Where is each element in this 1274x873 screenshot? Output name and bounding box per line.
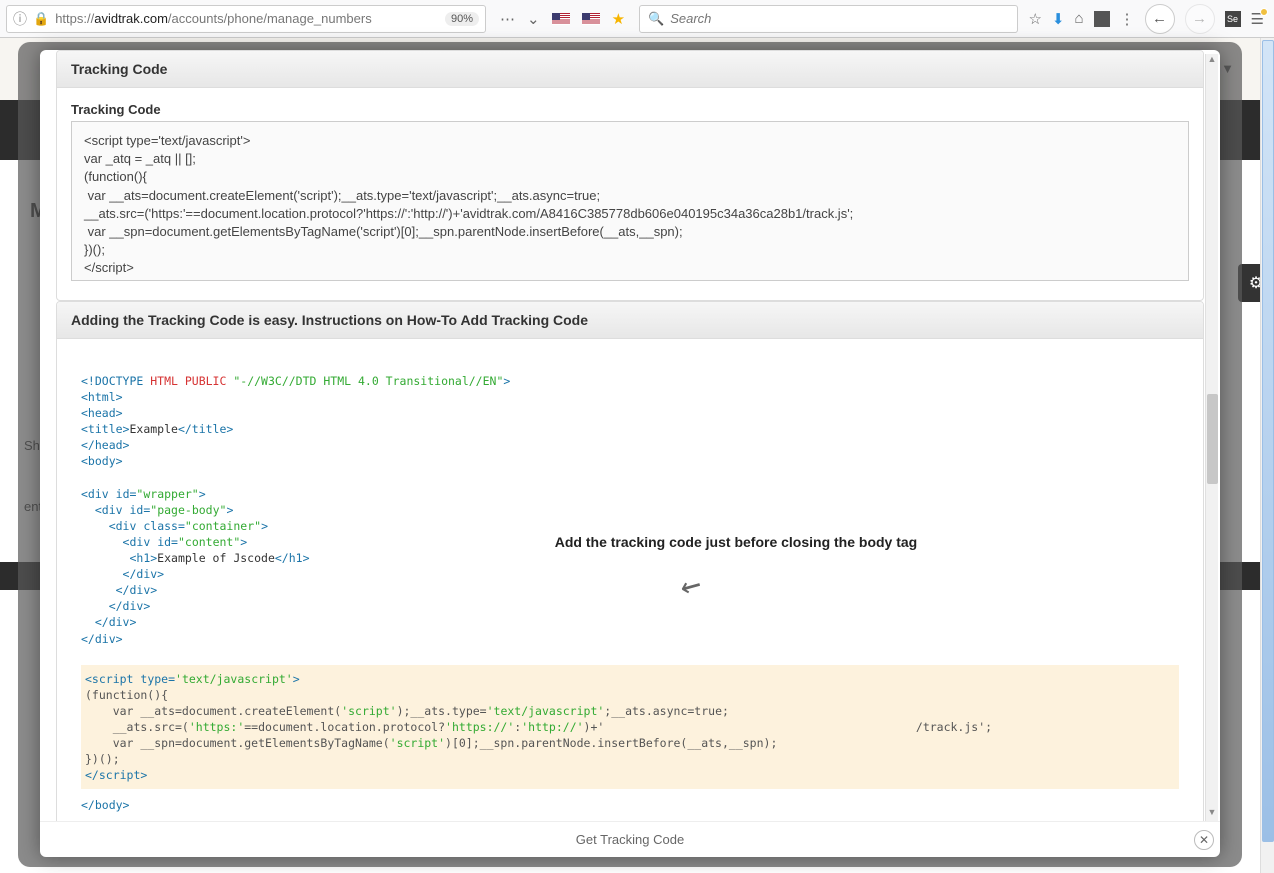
forward-button: → xyxy=(1185,4,1215,34)
toolbar-icons-right: ☆ ⬇ ⌂ ⋮ ← → Se ☰ xyxy=(1024,4,1268,34)
url-text: https://avidtrak.com/accounts/phone/mana… xyxy=(55,11,439,26)
download-icon[interactable]: ⬇ xyxy=(1052,10,1065,28)
url-bar[interactable]: ⓘ 🔒 https://avidtrak.com/accounts/phone/… xyxy=(6,5,486,33)
hamburger-menu-icon[interactable]: ☰ xyxy=(1251,10,1264,28)
close-icon: ✕ xyxy=(1199,833,1209,847)
tracking-code-panel: Tracking Code Tracking Code <script type… xyxy=(56,50,1204,301)
info-icon[interactable]: ⓘ xyxy=(13,9,27,29)
modal-body: Tracking Code Tracking Code <script type… xyxy=(40,50,1220,821)
window-scrollbar[interactable] xyxy=(1260,38,1274,873)
code-example: <!DOCTYPE HTML PUBLIC "-//W3C//DTD HTML … xyxy=(71,353,1189,821)
search-input[interactable] xyxy=(670,11,1009,26)
zoom-badge[interactable]: 90% xyxy=(445,12,479,26)
tracking-code-modal: Tracking Code Tracking Code <script type… xyxy=(40,50,1220,857)
modal-title: Tracking Code xyxy=(57,51,1203,88)
code-section-label: Tracking Code xyxy=(71,102,1189,117)
flag-icon-1[interactable] xyxy=(552,13,570,25)
app-icon[interactable] xyxy=(1094,11,1110,27)
instructions-title: Adding the Tracking Code is easy. Instru… xyxy=(57,302,1203,339)
modal-footer: Get Tracking Code ✕ xyxy=(40,821,1220,857)
scroll-up-icon[interactable]: ▲ xyxy=(1206,54,1218,68)
browser-toolbar: ⓘ 🔒 https://avidtrak.com/accounts/phone/… xyxy=(0,0,1274,38)
pocket-icon[interactable]: ⌄ xyxy=(527,10,540,28)
more-vert-icon[interactable]: ⋮ xyxy=(1120,10,1135,28)
selenium-icon[interactable]: Se xyxy=(1225,11,1241,27)
scroll-down-icon[interactable]: ▼ xyxy=(1206,807,1218,821)
more-icon[interactable]: ⋯ xyxy=(500,10,515,28)
modal-scrollbar[interactable]: ▲ ▼ xyxy=(1205,54,1218,821)
flag-icon-2[interactable] xyxy=(582,13,600,25)
tracking-code-textarea[interactable]: <script type='text/javascript'> var _atq… xyxy=(71,121,1189,281)
instruction-callout: Add the tracking code just before closin… xyxy=(511,533,961,553)
home-icon[interactable]: ⌂ xyxy=(1074,10,1083,27)
search-bar[interactable]: 🔍 xyxy=(639,5,1018,33)
instructions-panel: Adding the Tracking Code is easy. Instru… xyxy=(56,301,1204,821)
back-button[interactable]: ← xyxy=(1145,4,1175,34)
search-icon: 🔍 xyxy=(648,11,664,27)
lock-icon: 🔒 xyxy=(33,11,49,27)
get-tracking-code-link[interactable]: Get Tracking Code xyxy=(576,832,684,847)
toolbar-icons-left: ⋯ ⌄ ★ xyxy=(492,10,633,28)
bookmark-star-icon[interactable]: ★ xyxy=(612,10,625,28)
modal-close-button[interactable]: ✕ xyxy=(1194,830,1214,850)
modal-overlay: Tracking Code Tracking Code <script type… xyxy=(18,42,1242,867)
star-outline-icon[interactable]: ☆ xyxy=(1028,10,1041,28)
scrollbar-thumb[interactable] xyxy=(1207,394,1218,484)
